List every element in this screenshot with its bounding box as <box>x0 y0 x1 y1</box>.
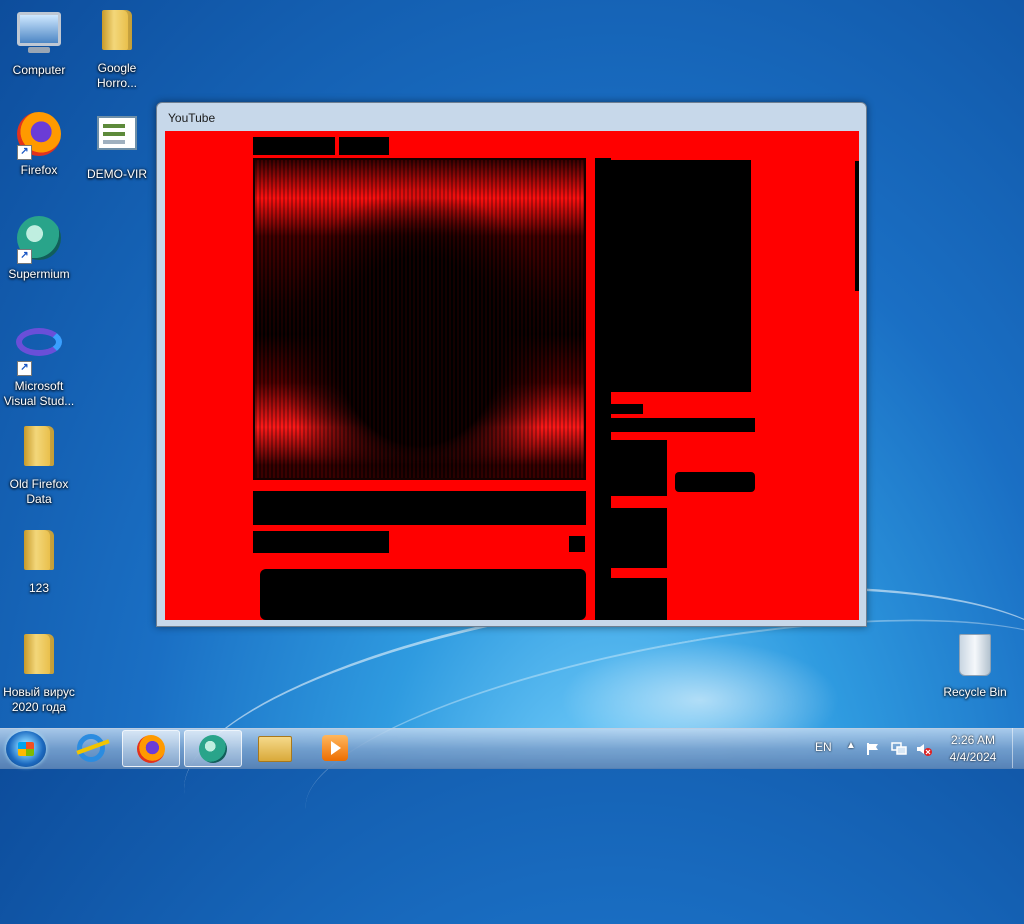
recycle-bin-icon <box>951 634 999 682</box>
desktop-icon-label: 123 <box>28 581 50 595</box>
desktop-icon-label: Supermium <box>8 267 70 281</box>
action-button-block[interactable] <box>569 536 585 552</box>
desktop-icon-label: Recycle Bin <box>943 685 1007 699</box>
desktop-icon-computer[interactable]: Computer <box>0 6 78 78</box>
sidebar-ad-block <box>611 192 751 392</box>
computer-icon <box>15 12 63 60</box>
desktop-icon-old-firefox-data[interactable]: Old Firefox Data <box>0 422 78 507</box>
folder-icon <box>15 530 63 578</box>
video-frame[interactable] <box>165 131 859 620</box>
show-desktop-button[interactable] <box>1012 728 1024 768</box>
desktop-icon-firefox[interactable]: ↗ Firefox <box>0 110 78 178</box>
desktop-icon-google-horro[interactable]: Google Horro... <box>78 6 156 91</box>
taskbar-explorer-button[interactable] <box>246 730 304 767</box>
desktop-icon-label: DEMO-VIR <box>87 167 147 181</box>
firefox-icon <box>137 735 165 763</box>
clock[interactable]: 2:26 AM 4/4/2024 <box>938 732 1008 766</box>
supermium-icon <box>199 735 227 763</box>
document-icon <box>93 116 141 164</box>
desktop-icon-123[interactable]: 123 <box>0 526 78 596</box>
folder-icon <box>93 10 141 58</box>
action-center-flag-icon[interactable] <box>866 742 880 756</box>
folder-icon <box>15 634 63 682</box>
show-hidden-icons-chevron-icon[interactable]: ▲ <box>846 740 856 751</box>
network-icon[interactable] <box>891 742 907 756</box>
clock-time: 2:26 AM <box>950 733 996 747</box>
taskbar-ie-button[interactable] <box>62 730 120 767</box>
related-video-thumb[interactable] <box>605 440 667 496</box>
sidebar-panel <box>595 158 857 620</box>
folder-icon <box>258 736 292 762</box>
ie-icon <box>77 734 105 762</box>
supermium-icon: ↗ <box>15 216 63 264</box>
desktop-icon-label: Old Firefox Data <box>9 477 69 506</box>
related-video-thumb[interactable] <box>605 508 667 568</box>
page-header-block <box>339 137 389 155</box>
desktop-icon-label: Computer <box>12 63 66 77</box>
channel-row-block <box>253 531 389 553</box>
desktop-icon-label: Новый вирус 2020 года <box>3 685 75 714</box>
shortcut-arrow-icon: ↗ <box>17 249 32 264</box>
taskbar: EN ▲ <box>0 728 1024 769</box>
desktop-icon-demo-vir[interactable]: DEMO-VIR <box>78 110 156 182</box>
desktop-icon-label: Microsoft Visual Stud... <box>3 379 75 408</box>
youtube-window[interactable]: YouTube <box>156 102 867 627</box>
window-title[interactable]: YouTube <box>157 103 866 130</box>
language-indicator[interactable]: EN <box>815 740 832 754</box>
related-video-thumb[interactable] <box>605 578 667 620</box>
taskbar-media-player-button[interactable] <box>306 730 364 767</box>
folder-icon <box>15 426 63 474</box>
firefox-icon: ↗ <box>15 112 63 160</box>
clock-date: 4/4/2024 <box>949 750 997 764</box>
scrollbar[interactable] <box>855 161 859 291</box>
desktop-icon-label: Google Horro... <box>96 61 137 90</box>
video-player[interactable] <box>253 158 586 480</box>
desktop-icon-new-virus[interactable]: Новый вирус 2020 года <box>0 630 78 715</box>
sidebar-text-block <box>605 418 755 432</box>
visual-studio-icon: ↗ <box>15 328 63 376</box>
taskbar-firefox-button[interactable] <box>122 730 180 767</box>
desktop-icon-visual-studio[interactable]: ↗ Microsoft Visual Stud... <box>0 318 78 409</box>
sidebar-header-block <box>607 160 751 192</box>
desktop-icon-supermium[interactable]: ↗ Supermium <box>0 214 78 282</box>
desktop-icon-label: Firefox <box>20 163 58 177</box>
taskbar-supermium-button[interactable] <box>184 730 242 767</box>
volume-muted-icon[interactable] <box>916 742 932 756</box>
shortcut-arrow-icon: ↗ <box>17 361 32 376</box>
shortcut-arrow-icon: ↗ <box>17 145 32 160</box>
video-title-block <box>253 491 586 525</box>
windows-start-icon[interactable] <box>6 731 46 767</box>
description-block <box>260 569 586 620</box>
page-header-block <box>253 137 335 155</box>
desktop-icon-recycle-bin[interactable]: Recycle Bin <box>936 630 1014 700</box>
media-player-icon <box>322 735 348 761</box>
sidebar-text-block <box>607 404 643 414</box>
related-video-meta <box>675 472 755 492</box>
